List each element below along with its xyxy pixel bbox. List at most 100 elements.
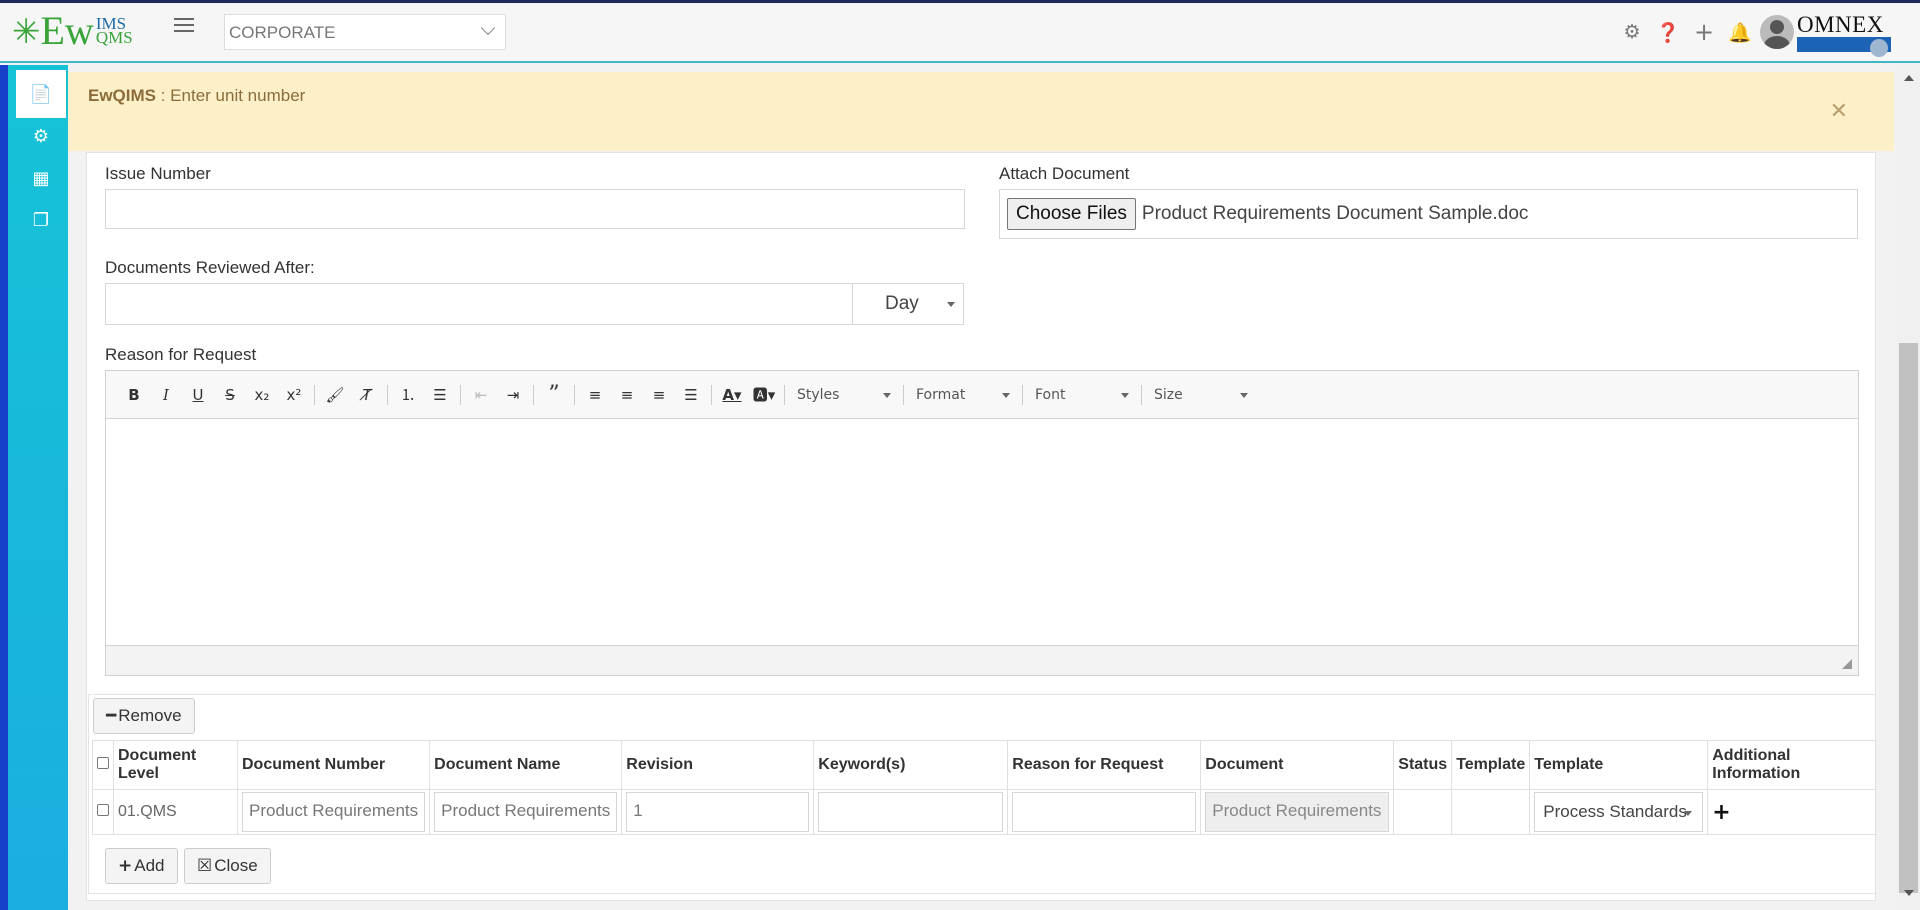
logo-ew-text: Ew: [40, 8, 94, 53]
header-document: Document: [1200, 740, 1395, 790]
header-additional-information: Additional Information: [1707, 740, 1876, 790]
header-document-level: Document Level: [113, 740, 238, 790]
header-document-name: Document Name: [429, 740, 623, 790]
minus-icon: ━: [106, 706, 117, 726]
hamburger-menu-icon[interactable]: [174, 16, 194, 34]
sidebar-item-organization[interactable]: ▦: [16, 157, 66, 199]
scroll-down-icon[interactable]: [1904, 890, 1914, 896]
font-combo[interactable]: Font: [1027, 383, 1137, 407]
numbered-list-icon[interactable]: ⒈: [392, 384, 424, 405]
organization-select[interactable]: CORPORATE: [224, 14, 506, 50]
bell-icon[interactable]: 🔔: [1722, 21, 1758, 44]
row-reason-cell: [1007, 789, 1202, 835]
scroll-up-icon[interactable]: [1904, 75, 1914, 81]
row-document-name-cell: Product Requirements: [429, 789, 623, 835]
row-document-cell: Product Requirements: [1200, 789, 1395, 835]
alert-banner: EwQIMS : Enter unit number ✕: [68, 72, 1894, 151]
bold-button[interactable]: B: [118, 386, 150, 404]
vertical-scrollbar[interactable]: [1897, 65, 1920, 910]
underline-button[interactable]: U: [182, 386, 214, 404]
reviewed-after-label: Documents Reviewed After:: [105, 258, 315, 277]
row-document-number-input[interactable]: Product Requirements: [242, 792, 426, 832]
chevron-down-icon: [480, 20, 496, 36]
omnex-logo: OMNEX: [1797, 13, 1891, 57]
row-keywords-input[interactable]: [818, 792, 1004, 832]
italic-button[interactable]: I: [150, 386, 182, 404]
choose-files-button[interactable]: Choose Files: [1007, 198, 1136, 230]
attach-document-field: Choose Files Product Requirements Docume…: [999, 189, 1858, 239]
header-additional-line1: Additional: [1712, 747, 1791, 764]
superscript-button[interactable]: x²: [278, 386, 310, 404]
justify-icon[interactable]: ☰: [675, 386, 707, 404]
row-template-select-value: Process Standards: [1543, 802, 1687, 821]
scrollbar-thumb[interactable]: [1899, 343, 1918, 893]
format-combo-label: Format: [916, 386, 966, 403]
row-document-number-cell: Product Requirements: [236, 789, 431, 835]
sidebar-item-documents[interactable]: 📄: [16, 70, 66, 118]
attach-document-label: Attach Document: [999, 164, 1130, 183]
indent-icon[interactable]: ⇥: [497, 386, 529, 404]
editor-content-area[interactable]: [106, 419, 1858, 645]
remove-button[interactable]: ━ Remove: [93, 698, 195, 734]
row-reason-input[interactable]: [1012, 792, 1197, 832]
editor-toolbar: B I U S x₂ x² 🖌 T̸ ⒈ ☰ ⇤ ⇥ ” ≡ ≡ ≡ ☰ A▾ …: [106, 371, 1858, 419]
row-template-select[interactable]: Process Standards: [1534, 792, 1704, 832]
row-template-2-cell: Process Standards: [1529, 789, 1709, 835]
gear-icon[interactable]: ⚙: [1614, 21, 1650, 43]
close-icon[interactable]: ✕: [1830, 99, 1848, 124]
organization-select-value: CORPORATE: [229, 23, 336, 42]
select-all-checkbox[interactable]: [97, 757, 109, 769]
close-button[interactable]: ☒ Close: [184, 848, 271, 884]
align-right-icon[interactable]: ≡: [643, 386, 675, 404]
logo-star-icon: ✳: [12, 12, 41, 52]
outdent-icon[interactable]: ⇤: [465, 386, 497, 404]
bullet-list-icon[interactable]: ☰: [424, 386, 456, 404]
align-left-icon[interactable]: ≡: [579, 386, 611, 404]
header-template-1: Template: [1451, 740, 1531, 790]
reviewed-unit-select[interactable]: Day: [852, 283, 964, 325]
reviewed-after-input[interactable]: [105, 283, 853, 325]
help-icon[interactable]: ❓: [1650, 21, 1686, 44]
styles-combo-label: Styles: [797, 386, 840, 403]
avatar[interactable]: [1760, 15, 1794, 49]
format-combo[interactable]: Format: [908, 383, 1018, 407]
issue-number-input[interactable]: [105, 189, 965, 229]
align-center-icon[interactable]: ≡: [611, 386, 643, 404]
clear-format-icon[interactable]: T̸: [351, 386, 383, 404]
rich-text-editor: B I U S x₂ x² 🖌 T̸ ⒈ ☰ ⇤ ⇥ ” ≡ ≡ ≡ ☰ A▾ …: [105, 370, 1859, 676]
add-button-label: Add: [134, 856, 165, 875]
size-combo-label: Size: [1154, 386, 1183, 403]
select-all-header: [92, 740, 114, 790]
editor-resize-bar[interactable]: [106, 645, 1858, 675]
attached-file-name: Product Requirements Document Sample.doc: [1141, 203, 1529, 224]
subscript-button[interactable]: x₂: [246, 386, 278, 404]
table-header-row: Document Level Document Number Document N…: [92, 740, 1876, 790]
blockquote-icon[interactable]: ”: [538, 382, 570, 407]
row-additional-info-cell: +: [1707, 789, 1876, 835]
table-row: 01.QMS Product Requirements Product Requ…: [92, 789, 1876, 835]
sidebar-item-copy[interactable]: ❐: [16, 199, 66, 241]
plus-icon[interactable]: +: [1686, 18, 1722, 46]
strikethrough-button[interactable]: S: [214, 386, 246, 404]
styles-combo[interactable]: Styles: [789, 383, 899, 407]
ewims-logo[interactable]: ✳ Ew IMS QMS: [12, 8, 133, 53]
text-color-icon[interactable]: A▾: [716, 386, 748, 404]
row-revision-input[interactable]: 1: [626, 792, 810, 832]
add-button[interactable]: + Add: [105, 848, 178, 884]
size-combo[interactable]: Size: [1146, 383, 1256, 407]
building-icon: ▦: [32, 167, 50, 189]
header-document-number: Document Number: [236, 740, 431, 790]
row-checkbox[interactable]: [97, 804, 109, 816]
header-document-level-line2: Level: [118, 765, 159, 782]
add-info-plus-icon[interactable]: +: [1712, 800, 1730, 825]
documents-table: Document Level Document Number Document N…: [92, 740, 1876, 835]
row-document-name-input[interactable]: Product Requirements: [434, 792, 618, 832]
document-icon: 📄: [29, 83, 53, 105]
sidebar-item-settings[interactable]: ⚙: [16, 115, 66, 157]
row-document-input: Product Requirements: [1205, 792, 1390, 832]
background-color-icon[interactable]: 🅰▾: [748, 384, 780, 405]
header-document-level-line1: Document: [118, 747, 197, 764]
alert-app-name: EwQIMS: [88, 86, 157, 105]
paint-brush-icon[interactable]: 🖌: [319, 386, 351, 404]
reason-label: Reason for Request: [105, 345, 257, 364]
